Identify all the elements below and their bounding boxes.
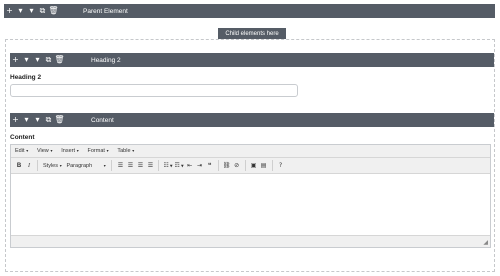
- add-icon[interactable]: +: [10, 53, 21, 67]
- add-icon[interactable]: +: [10, 113, 21, 127]
- menu-format[interactable]: Format▼: [87, 148, 109, 154]
- outdent-icon[interactable]: ⇤: [185, 160, 195, 172]
- caret-icon: ▼: [131, 149, 135, 153]
- menu-table[interactable]: Table▼: [117, 148, 135, 154]
- editor-toolbar: B I Styles ▼ Paragraph ▼ ☰ ☰ ☰ ☰ ☷ ▼ ☶ ▼ ⇤ ⇥…: [11, 158, 490, 174]
- bullet-list-icon[interactable]: ☷ ▼: [162, 160, 173, 172]
- add-icon[interactable]: +: [4, 4, 15, 18]
- move-icon[interactable]: ▾: [21, 113, 32, 127]
- toolbar-divider: [37, 160, 38, 171]
- content-field-label: Content: [10, 134, 35, 141]
- bold-button[interactable]: B: [14, 160, 24, 172]
- media-icon[interactable]: ▤: [259, 160, 269, 172]
- duplicate-icon[interactable]: ⧉: [37, 4, 48, 18]
- menu-view-label: View: [36, 148, 49, 154]
- caret-icon: ▼: [49, 149, 54, 153]
- chevron-down-icon[interactable]: ▾: [32, 113, 43, 127]
- heading2-field-label: Heading 2: [10, 74, 42, 81]
- styles-dropdown[interactable]: Styles ▼: [41, 160, 64, 172]
- caret-icon: ▼: [25, 149, 29, 153]
- paragraph-dropdown[interactable]: Paragraph ▼: [64, 160, 108, 172]
- align-center-icon[interactable]: ☰: [125, 160, 135, 172]
- menu-insert-label: Insert: [61, 148, 76, 154]
- heading2-element-bar: + ▾ ▾ ⧉ 🗑 Heading 2: [10, 53, 494, 67]
- content-tools: + ▾ ▾ ⧉ 🗑: [10, 113, 65, 127]
- toolbar-divider: [244, 160, 246, 171]
- move-icon[interactable]: ▾: [15, 4, 26, 18]
- heading2-bar-title: Heading 2: [91, 56, 121, 64]
- toolbar-divider: [158, 160, 160, 171]
- trash-icon[interactable]: 🗑: [54, 53, 65, 67]
- duplicate-icon[interactable]: ⧉: [43, 113, 54, 127]
- toolbar-divider: [271, 160, 273, 171]
- unlink-icon[interactable]: ⊘: [232, 160, 242, 172]
- parent-tools: + ▾ ▾ ⧉ 🗑: [4, 4, 59, 18]
- caret-icon: ▼: [76, 149, 80, 153]
- chevron-down-icon[interactable]: ▾: [32, 53, 43, 67]
- chevron-down-icon[interactable]: ▾: [26, 4, 37, 18]
- heading2-tools: + ▾ ▾ ⧉ 🗑: [10, 53, 65, 67]
- align-right-icon[interactable]: ☰: [135, 160, 145, 172]
- child-elements-button[interactable]: Child elements here: [218, 28, 286, 39]
- toolbar-divider: [111, 160, 113, 171]
- indent-icon[interactable]: ⇥: [195, 160, 205, 172]
- menu-insert[interactable]: Insert▼: [61, 148, 79, 154]
- menu-table-label: Table: [117, 148, 131, 154]
- help-icon[interactable]: ?: [276, 160, 286, 172]
- parent-element-bar: + ▾ ▾ ⧉ 🗑 Parent Element: [4, 4, 495, 18]
- trash-icon[interactable]: 🗑: [48, 4, 59, 18]
- menu-edit[interactable]: Edit▼: [15, 148, 29, 154]
- heading2-input[interactable]: [10, 84, 298, 97]
- content-element-bar: + ▾ ▾ ⧉ 🗑 Content: [10, 113, 494, 127]
- caret-icon: ▼: [58, 163, 63, 168]
- toolbar-divider: [217, 160, 219, 171]
- editor-statusbar: ◢: [11, 235, 490, 247]
- duplicate-icon[interactable]: ⧉: [43, 53, 54, 67]
- menu-edit-label: Edit: [15, 148, 25, 154]
- link-icon[interactable]: ⛓: [222, 160, 232, 172]
- trash-icon[interactable]: 🗑: [54, 113, 65, 127]
- caret-icon: ▼: [102, 163, 107, 168]
- menu-format-label: Format: [87, 148, 105, 154]
- image-icon[interactable]: ▣: [249, 160, 259, 172]
- paragraph-label: Paragraph: [66, 162, 93, 169]
- content-bar-title: Content: [91, 116, 114, 124]
- align-left-icon[interactable]: ☰: [115, 160, 125, 172]
- italic-button[interactable]: I: [24, 160, 34, 172]
- numbered-list-icon[interactable]: ☶ ▼: [174, 160, 185, 172]
- styles-label: Styles: [43, 162, 58, 169]
- move-icon[interactable]: ▾: [21, 53, 32, 67]
- rich-text-editor: Edit▼ View▼ Insert▼ Format▼ Table▼ B I S…: [10, 144, 491, 248]
- blockquote-icon[interactable]: ❝: [205, 160, 215, 172]
- editor-content-area[interactable]: [11, 174, 490, 237]
- resize-handle-icon[interactable]: ◢: [483, 239, 488, 246]
- caret-icon: ▼: [105, 149, 110, 153]
- parent-element-title: Parent Element: [83, 7, 128, 15]
- align-justify-icon[interactable]: ☰: [145, 160, 155, 172]
- editor-menubar: Edit▼ View▼ Insert▼ Format▼ Table▼: [11, 145, 490, 158]
- menu-view[interactable]: View▼: [37, 148, 53, 154]
